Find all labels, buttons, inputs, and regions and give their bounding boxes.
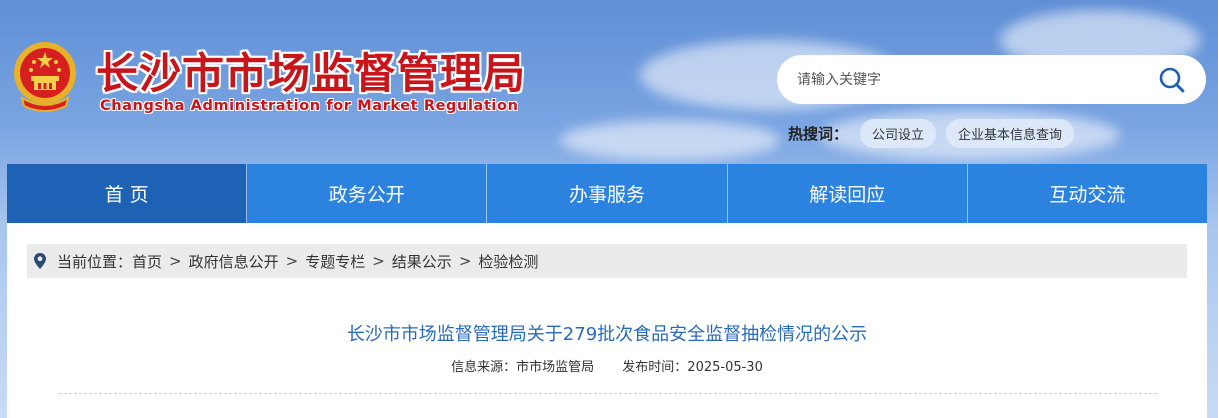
breadcrumb-results[interactable]: 结果公示 — [392, 251, 452, 272]
hot-term-enterprise-info[interactable]: 企业基本信息查询 — [946, 118, 1075, 148]
nav-item-services[interactable]: 办事服务 — [487, 164, 728, 223]
national-emblem-icon — [14, 42, 76, 112]
hot-search: 热搜词： 公司设立 企业基本信息查询 — [788, 118, 1084, 148]
breadcrumb-separator: > — [458, 252, 472, 270]
search-icon[interactable] — [1158, 66, 1186, 94]
breadcrumb-home[interactable]: 首页 — [132, 251, 162, 272]
breadcrumb-gov-info[interactable]: 政府信息公开 — [189, 251, 279, 272]
breadcrumb-separator: > — [285, 252, 299, 270]
content-panel: 当前位置： 首页 > 政府信息公开 > 专题专栏 > 结果公示 > 检验检测 长… — [7, 223, 1207, 418]
location-pin-icon — [34, 253, 46, 269]
article-source: 信息来源：市市场监管局 — [451, 360, 595, 375]
search-box — [777, 55, 1206, 104]
nav-item-home[interactable]: 首 页 — [7, 164, 248, 223]
hot-term-company-setup[interactable]: 公司设立 — [860, 118, 937, 148]
nav-item-interaction[interactable]: 互动交流 — [967, 164, 1208, 223]
article-title: 长沙市市场监督管理局关于279批次食品安全监督抽检情况的公示 — [346, 324, 868, 345]
article-date: 发布时间：2025-05-30 — [622, 360, 763, 375]
hot-search-label: 热搜词： — [788, 124, 849, 143]
breadcrumb: 当前位置： 首页 > 政府信息公开 > 专题专栏 > 结果公示 > 检验检测 — [27, 244, 1187, 278]
breadcrumb-special-topics[interactable]: 专题专栏 — [305, 251, 365, 272]
site-subtitle: Changsha Administration for Market Regul… — [100, 98, 519, 114]
divider — [59, 393, 1157, 394]
article-meta: 信息来源：市市场监管局 发布时间：2025-05-30 — [7, 356, 1207, 375]
breadcrumb-separator: > — [169, 252, 182, 270]
breadcrumb-separator: > — [372, 252, 385, 270]
nav-item-government-affairs[interactable]: 政务公开 — [247, 164, 488, 223]
breadcrumb-prefix: 当前位置： — [57, 252, 133, 271]
main-nav: 首 页 政务公开 办事服务 解读回应 互动交流 — [7, 164, 1208, 223]
site-title: 长沙市市场监督管理局 — [96, 49, 527, 98]
nav-item-interpretation[interactable]: 解读回应 — [727, 164, 968, 223]
search-input[interactable] — [795, 67, 1139, 93]
breadcrumb-inspection[interactable]: 检验检测 — [478, 251, 538, 272]
